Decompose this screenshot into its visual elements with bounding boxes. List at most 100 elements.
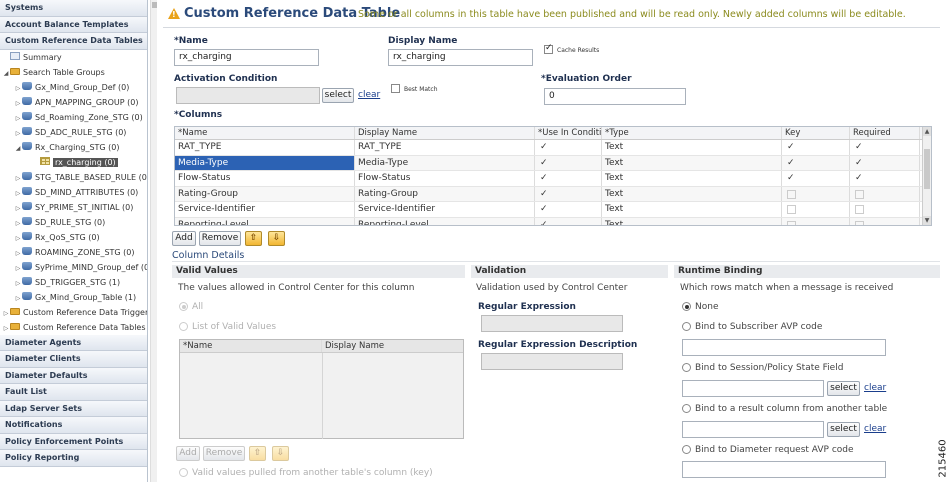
bind-none-radio[interactable]	[682, 302, 691, 311]
vv-move-down-arrow-icon[interactable]: ⇩	[272, 446, 289, 461]
nav-scrollbar-thumb[interactable]	[152, 2, 157, 8]
use-in-conditions-checkbox[interactable]: ✓	[538, 218, 548, 226]
use-in-conditions-cell[interactable]: ✓	[535, 202, 602, 217]
column-display-name-cell[interactable]: Reporting-Level	[355, 217, 535, 225]
session-state-field[interactable]	[682, 380, 824, 397]
expand-toggle-icon[interactable]: ▷	[14, 276, 22, 291]
nav-section-fault-list[interactable]: Fault List	[0, 384, 147, 401]
vv-move-up-arrow-icon[interactable]: ⇧	[249, 446, 266, 461]
columns-scrollbar-thumb[interactable]	[924, 149, 930, 189]
column-type-cell[interactable]: Text	[602, 186, 782, 201]
expand-toggle-icon[interactable]: ◢	[2, 66, 10, 81]
expand-toggle-icon[interactable]: ▷	[14, 81, 22, 96]
column-type-cell[interactable]: Text	[602, 140, 782, 155]
evaluation-order-field[interactable]: 0	[544, 88, 686, 105]
col-header-type[interactable]: *Type	[602, 127, 782, 139]
required-cell[interactable]	[850, 217, 920, 225]
nav-tree-item[interactable]: ◢ Search Table Groups	[0, 65, 147, 80]
columns-table-scrollbar[interactable]: ▲ ▼	[922, 127, 931, 225]
regular-expression-field[interactable]	[481, 315, 623, 332]
regular-expression-description-field[interactable]	[481, 353, 623, 370]
scroll-up-icon[interactable]: ▲	[923, 127, 931, 136]
use-in-conditions-checkbox[interactable]: ✓	[538, 171, 548, 186]
remove-valid-value-button[interactable]: Remove	[203, 446, 245, 461]
column-type-cell[interactable]: Text	[602, 155, 782, 170]
required-checkbox[interactable]	[855, 189, 864, 199]
nav-tree-item[interactable]: ▷ SD_RULE_STG (0)	[0, 215, 147, 230]
subscriber-avp-code-field[interactable]	[682, 339, 886, 356]
expand-toggle-icon[interactable]: ▷	[14, 96, 22, 111]
column-display-name-cell[interactable]: Service-Identifier	[355, 202, 535, 217]
nav-scrollbar[interactable]	[150, 0, 157, 482]
valid-values-list-radio[interactable]	[179, 322, 188, 331]
required-checkbox[interactable]: ✓	[853, 156, 863, 171]
activation-select-button[interactable]: select	[322, 88, 354, 103]
session-select-button[interactable]: select	[827, 381, 860, 396]
column-type-cell[interactable]: Text	[602, 202, 782, 217]
key-checkbox[interactable]: ✓	[785, 140, 795, 155]
expand-toggle-icon[interactable]: ▷	[14, 261, 22, 276]
nav-tree-item[interactable]: ▷ SD_MIND_ATTRIBUTES (0)	[0, 185, 147, 200]
nav-section-diameter-defaults[interactable]: Diameter Defaults	[0, 367, 147, 384]
columns-table-row[interactable]: Flow-Status Flow-Status ✓ Text ✓ ✓	[175, 171, 931, 187]
nav-tree-item[interactable]: ▷ SD_ADC_RULE_STG (0)	[0, 125, 147, 140]
nav-section-ldap-server-sets[interactable]: Ldap Server Sets	[0, 400, 147, 417]
required-checkbox[interactable]	[855, 205, 864, 214]
expand-toggle-icon[interactable]: ▷	[2, 321, 10, 336]
key-checkbox[interactable]: ✓	[785, 156, 795, 171]
result-clear-link[interactable]: clear	[864, 424, 886, 434]
nav-section-policy-reporting[interactable]: Policy Reporting	[0, 450, 147, 467]
nav-tree-item[interactable]: Summary	[0, 50, 147, 65]
expand-toggle-icon[interactable]: ▷	[14, 246, 22, 261]
key-cell[interactable]: ✓	[782, 155, 850, 171]
use-in-conditions-cell[interactable]: ✓	[535, 155, 602, 170]
use-in-conditions-cell[interactable]: ✓	[535, 186, 602, 202]
column-name-cell[interactable]: Rating-Group	[175, 186, 355, 201]
expand-toggle-icon[interactable]: ▷	[14, 231, 22, 246]
bind-diameter-avp-radio[interactable]	[682, 445, 691, 454]
remove-column-button[interactable]: Remove	[199, 231, 241, 246]
columns-table-row[interactable]: RAT_TYPE RAT_TYPE ✓ Text ✓ ✓	[175, 140, 931, 156]
nav-tree-item[interactable]: ▷ APN_MAPPING_GROUP (0)	[0, 95, 147, 110]
columns-table-row[interactable]: Service-Identifier Service-Identifier ✓ Tex…	[175, 202, 931, 218]
column-name-cell[interactable]: RAT_TYPE	[175, 140, 355, 155]
nav-tree-item[interactable]: ◢ Rx_Charging_STG (0)	[0, 140, 147, 155]
nav-tree-item[interactable]: ▷ Custom Reference Data Trigger	[0, 305, 147, 320]
use-in-conditions-cell[interactable]: ✓	[535, 217, 602, 226]
col-header-required[interactable]: Required	[850, 127, 920, 139]
key-checkbox[interactable]	[787, 205, 796, 214]
cache-results-checkbox[interactable]	[544, 43, 553, 54]
activation-clear-link[interactable]: clear	[358, 90, 380, 100]
nav-section-custom-reference-data-tables[interactable]: Custom Reference Data Tables	[0, 33, 147, 50]
diameter-avp-code-field[interactable]	[682, 461, 886, 478]
required-cell[interactable]	[850, 186, 920, 201]
required-cell[interactable]: ✓	[850, 155, 920, 171]
valid-values-pulled-radio[interactable]	[179, 468, 188, 477]
col-header-display-name[interactable]: Display Name	[355, 127, 535, 139]
required-cell[interactable]	[850, 202, 920, 217]
key-checkbox[interactable]: ✓	[785, 171, 795, 186]
nav-section-account-balance-templates[interactable]: Account Balance Templates	[0, 16, 147, 33]
add-valid-value-button[interactable]: Add	[176, 446, 200, 461]
session-clear-link[interactable]: clear	[864, 383, 886, 393]
required-checkbox[interactable]: ✓	[853, 140, 863, 155]
expand-toggle-icon[interactable]: ▷	[14, 201, 22, 216]
use-in-conditions-checkbox[interactable]: ✓	[538, 187, 548, 202]
result-select-button[interactable]: select	[827, 422, 860, 437]
nav-tree-item[interactable]: ▷ Gx_Mind_Group_Def (0)	[0, 80, 147, 95]
expand-toggle-icon[interactable]: ▷	[14, 186, 22, 201]
valid-values-all-radio[interactable]	[179, 302, 188, 311]
bind-session-state-radio[interactable]	[682, 363, 691, 372]
col-header-name[interactable]: *Name	[175, 127, 355, 139]
use-in-conditions-checkbox[interactable]: ✓	[538, 202, 548, 217]
use-in-conditions-checkbox[interactable]: ✓	[538, 140, 548, 155]
required-cell[interactable]: ✓	[850, 140, 920, 155]
columns-table-row[interactable]: Media-Type Media-Type ✓ Text ✓ ✓	[175, 155, 931, 171]
key-checkbox[interactable]	[787, 189, 796, 199]
key-cell[interactable]	[782, 217, 850, 225]
best-match-checkbox[interactable]	[391, 84, 400, 93]
column-display-name-cell[interactable]: RAT_TYPE	[355, 140, 535, 155]
expand-toggle-icon[interactable]: ▷	[14, 216, 22, 231]
activation-condition-field[interactable]	[176, 87, 320, 104]
key-cell[interactable]	[782, 202, 850, 217]
